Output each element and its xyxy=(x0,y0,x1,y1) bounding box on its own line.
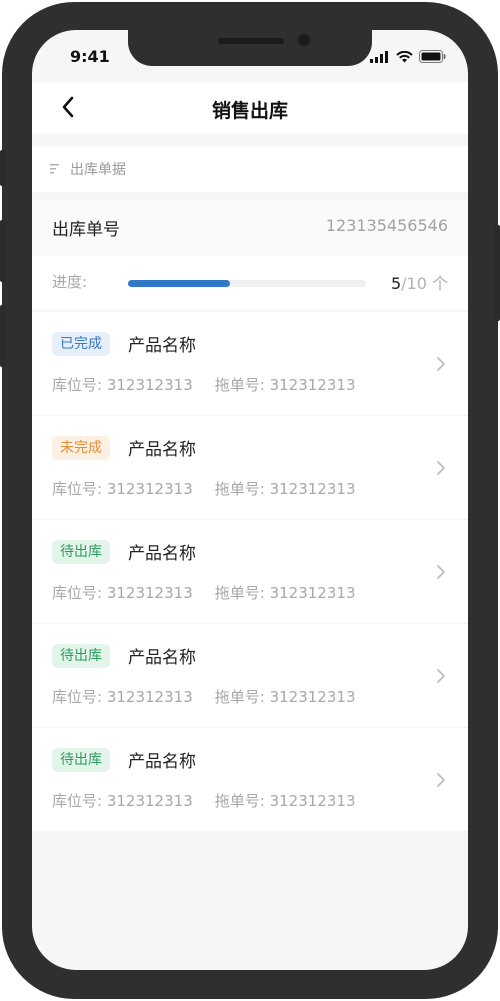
location-value: 312312313 xyxy=(106,792,193,810)
product-name: 产品名称 xyxy=(128,544,196,564)
drag-number-value: 312312313 xyxy=(269,480,356,498)
phone-side-button xyxy=(494,225,500,321)
cellular-signal-icon xyxy=(370,50,388,63)
location-label: 库位号: xyxy=(52,584,103,602)
phone-side-button xyxy=(0,220,6,282)
item-meta: 库位号: 312312313 拖单号: 312312313 xyxy=(52,790,356,811)
order-number-value: 123135456546 xyxy=(325,216,448,235)
section-header: 出库单据 xyxy=(32,146,468,192)
location-value: 312312313 xyxy=(106,480,193,498)
battery-icon xyxy=(419,50,446,63)
phone-side-button xyxy=(0,305,6,367)
chevron-right-icon xyxy=(437,669,445,683)
location-label: 库位号: xyxy=(52,792,103,810)
list-filter-icon xyxy=(50,164,59,174)
drag-number-label: 拖单号: xyxy=(214,688,265,706)
list-item[interactable]: 待出库 产品名称 库位号: 312312313 拖单号: 312312313 xyxy=(32,728,468,832)
front-camera xyxy=(298,34,310,46)
product-name: 产品名称 xyxy=(128,440,196,460)
list-item[interactable]: 待出库 产品名称 库位号: 312312313 拖单号: 312312313 xyxy=(32,624,468,728)
location-value: 312312313 xyxy=(106,584,193,602)
page-title: 销售出库 xyxy=(211,100,288,122)
chevron-right-icon xyxy=(437,357,445,371)
status-badge: 待出库 xyxy=(52,748,110,772)
phone-notch xyxy=(128,30,372,66)
phone-side-button xyxy=(0,150,6,186)
progress-current: 5 xyxy=(390,274,402,293)
item-meta: 库位号: 312312313 拖单号: 312312313 xyxy=(52,582,356,603)
drag-number-value: 312312313 xyxy=(269,688,356,706)
chevron-right-icon xyxy=(437,773,445,787)
product-list: 已完成 产品名称 库位号: 312312313 拖单号: 312312313 未完… xyxy=(32,312,468,832)
order-number-label: 出库单号 xyxy=(52,220,120,240)
speaker-grille xyxy=(218,38,284,44)
drag-number-value: 312312313 xyxy=(269,584,356,602)
wifi-icon xyxy=(396,50,413,62)
section-label: 出库单据 xyxy=(70,162,126,178)
order-number-row: 出库单号 123135456546 xyxy=(32,200,468,256)
status-badge: 待出库 xyxy=(52,644,110,668)
status-badge: 已完成 xyxy=(52,332,110,356)
chevron-right-icon xyxy=(437,565,445,579)
progress-label: 进度: xyxy=(52,273,88,291)
nav-bar: 销售出库 xyxy=(32,82,468,134)
product-name: 产品名称 xyxy=(128,648,196,668)
product-name: 产品名称 xyxy=(128,752,196,772)
location-value: 312312313 xyxy=(106,688,193,706)
drag-number-label: 拖单号: xyxy=(214,792,265,810)
item-meta: 库位号: 312312313 拖单号: 312312313 xyxy=(52,478,356,499)
drag-number-label: 拖单号: xyxy=(214,584,265,602)
item-meta: 库位号: 312312313 拖单号: 312312313 xyxy=(52,686,356,707)
location-label: 库位号: xyxy=(52,480,103,498)
drag-number-label: 拖单号: xyxy=(214,480,265,498)
progress-bar xyxy=(128,280,366,287)
location-value: 312312313 xyxy=(106,376,193,394)
chevron-right-icon xyxy=(437,461,445,475)
status-icons xyxy=(370,50,446,63)
drag-number-value: 312312313 xyxy=(269,792,356,810)
list-item[interactable]: 待出库 产品名称 库位号: 312312313 拖单号: 312312313 xyxy=(32,520,468,624)
progress-row: 进度: 5/10 个 xyxy=(32,256,468,310)
location-label: 库位号: xyxy=(52,376,103,394)
location-label: 库位号: xyxy=(52,688,103,706)
status-time: 9:41 xyxy=(70,47,110,66)
status-badge: 待出库 xyxy=(52,540,110,564)
progress-count: 5/10 个 xyxy=(391,270,448,294)
progress-bar-fill xyxy=(128,280,231,287)
drag-number-label: 拖单号: xyxy=(214,376,265,394)
status-badge: 未完成 xyxy=(52,436,110,460)
drag-number-value: 312312313 xyxy=(269,376,356,394)
item-meta: 库位号: 312312313 拖单号: 312312313 xyxy=(52,374,356,395)
phone-screen: 9:41 销售出库 出库单据 出库单号 123135456546 进度: 5/1… xyxy=(32,30,468,970)
progress-total: /10 个 xyxy=(401,274,448,293)
list-item[interactable]: 未完成 产品名称 库位号: 312312313 拖单号: 312312313 xyxy=(32,416,468,520)
list-item[interactable]: 已完成 产品名称 库位号: 312312313 拖单号: 312312313 xyxy=(32,312,468,416)
product-name: 产品名称 xyxy=(128,336,196,356)
